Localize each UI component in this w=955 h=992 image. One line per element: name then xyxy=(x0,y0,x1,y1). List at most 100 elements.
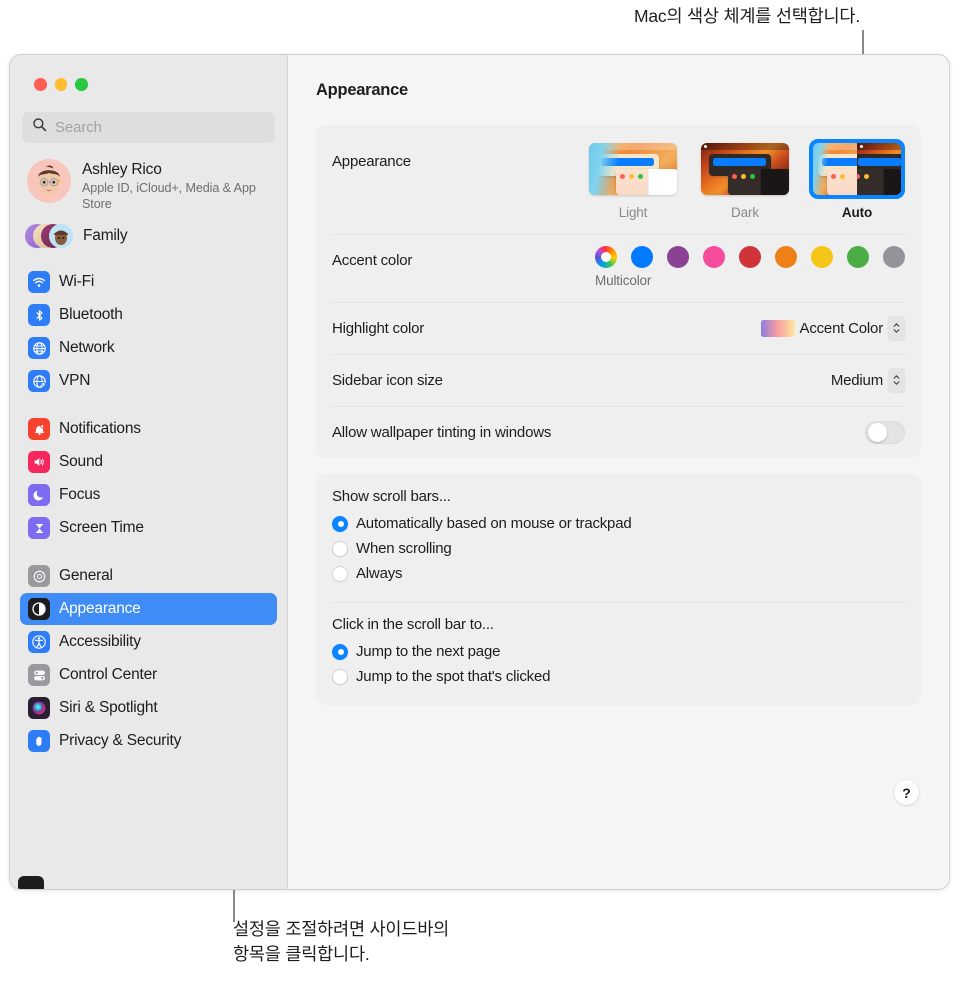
sidebar-item-label: General xyxy=(59,567,113,585)
account-name: Ashley Rico xyxy=(82,161,260,179)
sidebar-item-network[interactable]: Network xyxy=(20,332,277,364)
avatar xyxy=(27,159,71,203)
accent-swatch-pink[interactable] xyxy=(703,246,725,268)
sidebar-item-notifications[interactable]: Notifications xyxy=(20,413,277,445)
sidebar-item-label: Sound xyxy=(59,453,103,471)
sidebar-item-screen-time[interactable]: Screen Time xyxy=(20,512,277,544)
sidebar-item-accessibility[interactable]: Accessibility xyxy=(20,626,277,658)
click-scroll-bar-heading: Click in the scroll bar to... xyxy=(332,616,905,633)
family-label: Family xyxy=(83,227,127,245)
sidebar-item-label: Focus xyxy=(59,486,100,504)
sidebar-item-sound[interactable]: Sound xyxy=(20,446,277,478)
chevron-updown-icon xyxy=(888,316,905,340)
radio-button[interactable] xyxy=(332,644,348,660)
sidebar-item-privacy-and-security[interactable]: Privacy & Security xyxy=(20,725,277,757)
show-scroll-bars-group: Show scroll bars... Automatically based … xyxy=(332,474,905,602)
sidebar-item-vpn[interactable]: VPN xyxy=(20,365,277,397)
theme-option-dark[interactable]: Dark xyxy=(697,139,793,220)
accent-swatch-multicolor[interactable] xyxy=(595,246,617,268)
sidebar-item-label: Accessibility xyxy=(59,633,141,651)
show-scroll-bars-heading: Show scroll bars... xyxy=(332,488,905,505)
focus-moon-icon xyxy=(28,484,50,506)
accent-swatch-green[interactable] xyxy=(847,246,869,268)
family-avatars-icon xyxy=(25,221,75,251)
radio-option-jump-to-spot[interactable]: Jump to the spot that's clicked xyxy=(332,664,905,689)
callout-bottom-text: 설정을 조절하려면 사이드바의항목을 클릭합니다. xyxy=(233,917,449,967)
sidebar-item-label: Control Center xyxy=(59,666,157,684)
radio-option-always[interactable]: Always xyxy=(332,561,905,586)
search-placeholder: Search xyxy=(55,119,102,136)
highlight-color-popup-button[interactable]: Accent Color xyxy=(761,316,905,340)
help-button[interactable]: ? xyxy=(894,780,919,805)
wallpaper-tinting-row: Allow wallpaper tinting in windows xyxy=(332,406,905,458)
accent-color-swatches xyxy=(595,246,905,268)
toggle-knob xyxy=(868,423,887,442)
theme-label: Light xyxy=(585,205,681,220)
maximize-button[interactable] xyxy=(75,78,88,91)
sidebar-item-siri-and-spotlight[interactable]: Siri & Spotlight xyxy=(20,692,277,724)
sidebar-item-label: Wi-Fi xyxy=(59,273,94,291)
wallpaper-tinting-toggle[interactable] xyxy=(865,421,905,444)
close-button[interactable] xyxy=(34,78,47,91)
sidebar-item-focus[interactable]: Focus xyxy=(20,479,277,511)
screen-time-hourglass-icon xyxy=(28,517,50,539)
sidebar-icon-size-popup-button[interactable]: Medium xyxy=(831,368,905,392)
radio-button[interactable] xyxy=(332,566,348,582)
sidebar-item-label: Siri & Spotlight xyxy=(59,699,157,717)
sidebar-item-partial-desktop-and-dock[interactable] xyxy=(18,876,44,889)
sidebar-item-control-center[interactable]: Control Center xyxy=(20,659,277,691)
wifi-icon xyxy=(28,271,50,293)
radio-button[interactable] xyxy=(332,541,348,557)
general-gear-icon xyxy=(28,565,50,587)
sidebar-item-appearance[interactable]: Appearance xyxy=(20,593,277,625)
radio-label: Automatically based on mouse or trackpad xyxy=(356,515,631,532)
sidebar-item-label: Bluetooth xyxy=(59,306,123,324)
accent-color-label: Accent color xyxy=(332,246,412,269)
callout-bottom-line2: 항목을 클릭합니다. xyxy=(233,944,370,964)
radio-button[interactable] xyxy=(332,669,348,685)
sidebar-icon-size-value: Medium xyxy=(831,372,883,389)
sidebar-item-label: Screen Time xyxy=(59,519,144,537)
network-globe-icon xyxy=(28,337,50,359)
minimize-button[interactable] xyxy=(55,78,68,91)
sidebar-item-label: Appearance xyxy=(59,600,141,618)
radio-button[interactable] xyxy=(332,516,348,532)
accent-swatch-graphite[interactable] xyxy=(883,246,905,268)
sidebar-item-apple-account[interactable]: Ashley Rico Apple ID, iCloud+, Media & A… xyxy=(20,143,277,213)
callout-bottom-line1: 설정을 조절하려면 사이드바의 xyxy=(233,919,449,939)
accent-swatch-red[interactable] xyxy=(739,246,761,268)
sidebar-item-family[interactable]: Family xyxy=(20,212,277,251)
highlight-color-label: Highlight color xyxy=(332,320,424,337)
sidebar-group-system-alerts: Notifications Sound xyxy=(20,413,277,544)
appearance-contrast-icon xyxy=(28,598,50,620)
search-icon xyxy=(32,117,47,137)
sidebar-item-label: VPN xyxy=(59,372,90,390)
theme-option-auto[interactable]: Auto xyxy=(809,139,905,220)
theme-option-light[interactable]: Light xyxy=(585,139,681,220)
traffic-light-buttons xyxy=(20,55,277,91)
control-center-icon xyxy=(28,664,50,686)
sidebar-item-wi-fi[interactable]: Wi-Fi xyxy=(20,266,277,298)
accent-swatch-purple[interactable] xyxy=(667,246,689,268)
vpn-icon xyxy=(28,370,50,392)
sidebar-item-general[interactable]: General xyxy=(20,560,277,592)
accent-swatch-orange[interactable] xyxy=(775,246,797,268)
radio-option-automatic[interactable]: Automatically based on mouse or trackpad xyxy=(332,511,905,536)
appearance-settings-card: Appearance xyxy=(316,125,921,458)
accent-swatch-yellow[interactable] xyxy=(811,246,833,268)
radio-option-jump-next-page[interactable]: Jump to the next page xyxy=(332,639,905,664)
theme-options: Light xyxy=(585,139,905,220)
sidebar-icon-size-row: Sidebar icon size Medium xyxy=(332,354,905,406)
search-input[interactable]: Search xyxy=(22,112,275,143)
sidebar-item-label: Network xyxy=(59,339,114,357)
radio-option-when-scrolling[interactable]: When scrolling xyxy=(332,536,905,561)
accent-swatch-blue[interactable] xyxy=(631,246,653,268)
theme-label: Dark xyxy=(697,205,793,220)
siri-icon xyxy=(28,697,50,719)
privacy-hand-icon xyxy=(28,730,50,752)
sidebar-item-label: Privacy & Security xyxy=(59,732,181,750)
click-scroll-bar-group: Click in the scroll bar to... Jump to th… xyxy=(332,602,905,705)
sidebar-item-bluetooth[interactable]: Bluetooth xyxy=(20,299,277,331)
sidebar: Search xyxy=(10,55,288,889)
callout-top-text: Mac의 색상 체계를 선택합니다. xyxy=(634,4,860,29)
